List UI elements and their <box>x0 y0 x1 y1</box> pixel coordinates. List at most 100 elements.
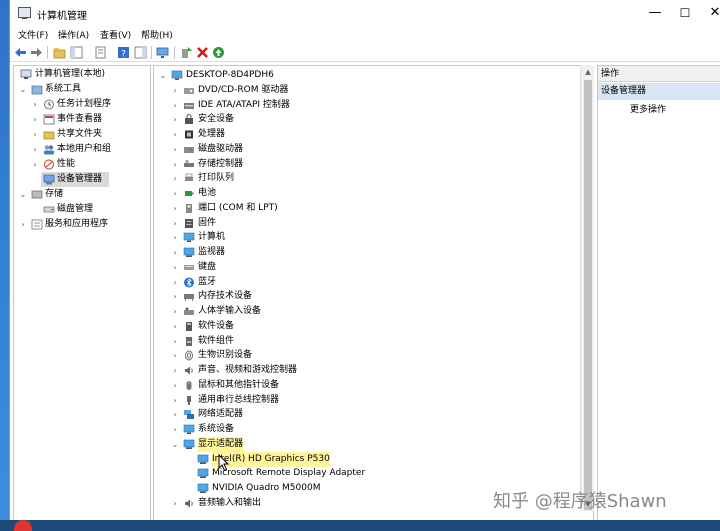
device-category-label: 软件设备 <box>198 320 235 331</box>
back-arrow-icon[interactable] <box>14 46 27 59</box>
watermark: 知乎 @程序猿Shawn <box>493 491 667 512</box>
device-category-label: IDE ATA/ATAPI 控制器 <box>198 99 290 110</box>
device-category-label: 软件组件 <box>198 335 235 346</box>
expand-chevron-icon[interactable]: › <box>170 112 180 127</box>
maximize-button[interactable]: ☐ <box>670 3 700 23</box>
vertical-scrollbar[interactable]: ▲ ▼ <box>580 65 594 511</box>
expand-chevron-icon[interactable]: › <box>170 348 180 363</box>
tree-item-system-tools[interactable]: ⌄ 系统工具 <box>18 82 148 97</box>
expand-chevron-icon[interactable]: › <box>170 216 180 231</box>
more-actions-link[interactable]: 更多操作 <box>630 102 666 115</box>
expand-chevron-icon[interactable]: › <box>170 496 180 511</box>
tree-item-computer-management-local[interactable]: 计算机管理(本地) <box>18 67 148 82</box>
display-adapter-label: Microsoft Remote Display Adapter <box>212 468 366 479</box>
tree-item-services-applications[interactable]: › 服务和应用程序 <box>18 217 148 232</box>
device-category-label: 电池 <box>198 188 217 198</box>
device-tree-root[interactable]: ⌄ DESKTOP-8D4PDH6 <box>158 68 378 83</box>
tree-item-label: 设备管理器 <box>57 174 103 184</box>
expand-chevron-icon[interactable]: › <box>170 127 180 142</box>
tree-item-label: 存储 <box>45 189 64 199</box>
start-button-icon[interactable] <box>14 520 32 531</box>
title-bar[interactable]: 计算机管理 — ☐ ✕ <box>10 0 720 26</box>
device-category-label: 打印队列 <box>198 173 235 184</box>
expand-chevron-icon[interactable]: › <box>170 171 180 186</box>
expand-chevron-icon[interactable]: › <box>170 83 180 98</box>
expand-chevron-icon[interactable]: › <box>170 230 180 245</box>
expand-chevron-icon[interactable]: › <box>170 319 180 334</box>
menu-view[interactable]: 查看(V) <box>100 28 131 41</box>
properties-icon[interactable] <box>94 46 107 59</box>
expand-chevron-icon[interactable]: › <box>170 289 180 304</box>
tree-item-label: 事件查看器 <box>57 114 103 124</box>
scan-hardware-icon[interactable] <box>156 46 169 59</box>
help-icon[interactable]: ? <box>117 46 130 59</box>
collapse-chevron-icon[interactable]: ⌄ <box>18 82 28 97</box>
actions-section-device-manager[interactable]: 设备管理器 <box>598 83 720 100</box>
processor-icon <box>185 130 193 139</box>
actions-header: 操作 <box>598 66 720 82</box>
expand-chevron-icon[interactable]: › <box>170 245 180 260</box>
expand-chevron-icon[interactable]: › <box>30 157 40 172</box>
tree-item-disk-management[interactable]: 磁盘管理 <box>41 202 141 217</box>
system-device-icon <box>183 424 195 434</box>
menu-help[interactable]: 帮助(H) <box>141 28 173 41</box>
tree-item-task-scheduler[interactable]: › 任务计划程序 <box>30 97 150 112</box>
tree-item-label: 计算机管理(本地) <box>35 69 106 79</box>
scroll-up-arrow-icon[interactable]: ▲ <box>581 65 595 79</box>
display-adapter-icon <box>197 483 209 493</box>
expand-chevron-icon[interactable]: › <box>170 422 180 437</box>
expand-chevron-icon[interactable]: › <box>170 186 180 201</box>
expand-chevron-icon[interactable]: › <box>170 407 180 422</box>
menu-action[interactable]: 操作(A) <box>58 28 89 41</box>
expand-chevron-icon[interactable]: › <box>18 217 28 232</box>
expand-chevron-icon[interactable]: › <box>30 112 40 127</box>
uninstall-device-icon[interactable] <box>196 46 209 59</box>
tree-item-local-users-groups[interactable]: › 本地用户和组 <box>30 142 150 157</box>
expand-chevron-icon[interactable]: › <box>30 97 40 112</box>
update-driver-icon[interactable] <box>180 46 193 59</box>
device-category-label: 存储控制器 <box>198 158 244 169</box>
disk-management-icon <box>43 206 55 213</box>
tree-item-shared-folders[interactable]: › 共享文件夹 <box>30 127 150 142</box>
device-category-label: 键盘 <box>198 261 217 272</box>
expand-chevron-icon[interactable]: › <box>170 334 180 349</box>
device-category-label: 鼠标和其他指针设备 <box>198 379 280 390</box>
tree-item-performance[interactable]: › 性能 <box>30 157 150 172</box>
expand-chevron-icon[interactable]: › <box>170 260 180 275</box>
collapse-chevron-icon[interactable]: ⌄ <box>158 68 168 83</box>
toolbar-separator <box>151 46 152 59</box>
expand-chevron-icon[interactable]: › <box>170 378 180 393</box>
users-icon <box>44 145 54 155</box>
device-category-label: 通用串行总线控制器 <box>198 394 280 405</box>
expand-chevron-icon[interactable]: › <box>170 363 180 378</box>
tree-item-device-manager[interactable]: 设备管理器 <box>41 172 109 187</box>
expand-chevron-icon[interactable]: › <box>170 201 180 216</box>
expand-chevron-icon[interactable]: › <box>170 98 180 113</box>
device-category-label: 声音、视频和游戏控制器 <box>198 365 298 375</box>
device-category-label: 安全设备 <box>198 114 235 125</box>
scroll-thumb[interactable] <box>584 80 592 510</box>
collapse-chevron-icon[interactable]: ⌄ <box>170 437 180 452</box>
show-hide-tree-icon[interactable] <box>70 46 83 59</box>
enable-device-icon[interactable] <box>212 46 225 59</box>
up-folder-icon[interactable] <box>53 46 66 59</box>
tree-item-event-viewer[interactable]: › 事件查看器 <box>30 112 150 127</box>
menu-file[interactable]: 文件(F) <box>18 28 48 41</box>
expand-chevron-icon[interactable]: › <box>170 304 180 319</box>
device-category-label: 人体学输入设备 <box>198 306 262 316</box>
security-device-icon <box>185 114 193 125</box>
close-button[interactable]: ✕ <box>700 3 720 23</box>
expand-chevron-icon[interactable]: › <box>30 142 40 157</box>
expand-chevron-icon[interactable]: › <box>170 393 180 408</box>
expand-chevron-icon[interactable]: › <box>170 142 180 157</box>
collapse-chevron-icon[interactable]: ⌄ <box>18 187 28 202</box>
tree-item-storage[interactable]: ⌄ 存储 <box>18 187 148 202</box>
expand-chevron-icon[interactable]: › <box>30 127 40 142</box>
expand-chevron-icon[interactable]: › <box>170 275 180 290</box>
minimize-button[interactable]: — <box>640 3 670 23</box>
forward-arrow-icon[interactable] <box>30 46 43 59</box>
expand-chevron-icon[interactable]: › <box>170 157 180 172</box>
show-action-pane-icon[interactable] <box>134 46 147 59</box>
device-category-label: 计算机 <box>198 232 226 243</box>
device-category-label: 系统设备 <box>198 424 235 434</box>
